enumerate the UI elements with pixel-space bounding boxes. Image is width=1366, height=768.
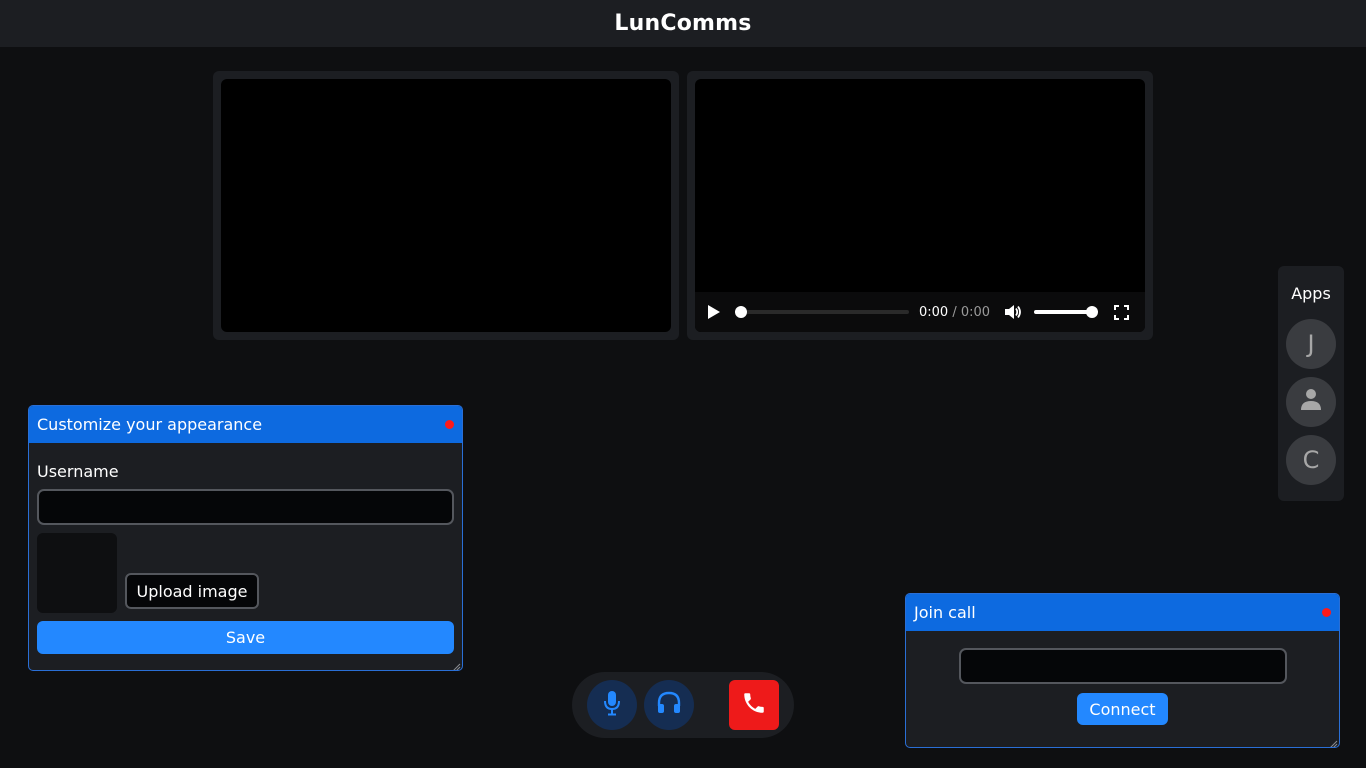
avatar-preview (37, 533, 117, 613)
save-button[interactable]: Save (37, 621, 454, 654)
seek-slider[interactable] (735, 306, 909, 318)
username-input[interactable] (37, 489, 454, 525)
apps-panel: Apps J C (1278, 266, 1344, 501)
upload-image-button[interactable]: Upload image (125, 573, 259, 609)
appearance-panel-title: Customize your appearance (37, 415, 263, 434)
local-video (221, 79, 671, 332)
microphone-button[interactable] (587, 680, 637, 730)
volume-knob[interactable] (1086, 306, 1099, 318)
headphones-button[interactable] (644, 680, 694, 730)
username-label: Username (37, 462, 119, 481)
join-call-panel: Join call Connect (905, 593, 1340, 748)
resize-handle-icon[interactable] (1327, 735, 1338, 747)
time-duration: 0:00 (960, 304, 991, 320)
time-display: 0:00 / 0:00 (919, 305, 990, 320)
volume-icon[interactable] (1004, 304, 1022, 320)
remote-video-frame: 0:00 / 0:00 (687, 71, 1153, 340)
remote-video: 0:00 / 0:00 (695, 79, 1145, 332)
join-call-panel-title: Join call (914, 603, 976, 622)
join-call-panel-header[interactable]: Join call (906, 594, 1339, 631)
user-icon (1299, 387, 1323, 417)
headphones-icon (656, 691, 682, 719)
resize-handle-icon[interactable] (450, 658, 461, 670)
connect-button[interactable]: Connect (1077, 693, 1168, 725)
fullscreen-icon[interactable] (1114, 304, 1130, 320)
play-icon[interactable] (707, 304, 721, 320)
app-title: LunComms (614, 11, 752, 36)
app-button-j[interactable]: J (1286, 319, 1336, 369)
app-initial-c: C (1302, 446, 1320, 474)
time-current: 0:00 (919, 304, 949, 320)
appearance-panel: Customize your appearance Username Uploa… (28, 405, 463, 671)
call-id-input[interactable] (959, 648, 1287, 684)
apps-label: Apps (1291, 284, 1331, 303)
time-separator: / (952, 304, 957, 320)
microphone-icon (602, 690, 622, 720)
top-bar: LunComms (0, 0, 1366, 47)
seek-knob[interactable] (735, 306, 747, 318)
appearance-panel-header[interactable]: Customize your appearance (29, 406, 462, 443)
close-icon[interactable] (1322, 608, 1331, 617)
hangup-button[interactable] (729, 680, 779, 730)
volume-slider[interactable] (1034, 306, 1099, 318)
app-button-user[interactable] (1286, 377, 1336, 427)
app-initial-j: J (1307, 330, 1315, 358)
app-button-c[interactable]: C (1286, 435, 1336, 485)
call-controls (572, 672, 794, 738)
video-controls: 0:00 / 0:00 (695, 292, 1145, 332)
close-icon[interactable] (445, 420, 454, 429)
phone-hangup-icon (741, 690, 767, 720)
local-video-frame (213, 71, 679, 340)
